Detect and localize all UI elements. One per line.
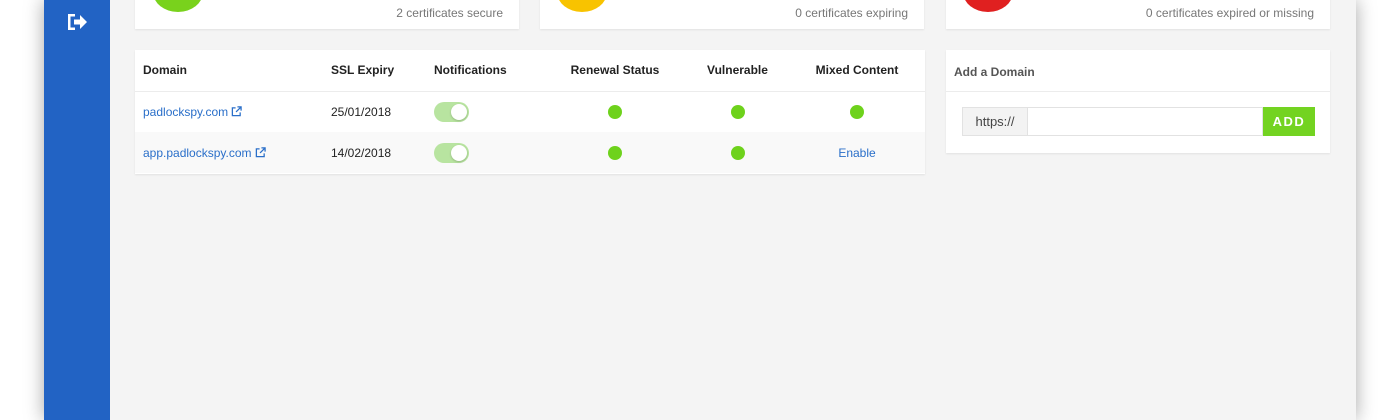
domain-link[interactable]: padlockspy.com [143, 105, 242, 119]
mixed-content-ok-dot [850, 105, 864, 120]
domain-cell: app.padlockspy.com [135, 132, 331, 173]
table-row: padlockspy.com 25/01/2018 [135, 91, 925, 132]
col-header-vulnerable[interactable]: Vulnerable [686, 50, 789, 92]
vulnerable-ok-dot [730, 105, 745, 120]
vulnerable-cell [686, 91, 789, 132]
domain-text: padlockspy.com [143, 104, 229, 119]
add-button[interactable]: ADD [1263, 107, 1315, 136]
col-header-domain[interactable]: Domain [135, 50, 331, 92]
mixed-content-cell: Enable [789, 132, 925, 173]
app-window: 2 certificates secure 0 certificates exp… [44, 0, 1356, 420]
secure-status-circle [153, 0, 203, 12]
table-header-row: Domain SSL Expiry Notifications Renewal … [135, 50, 925, 92]
notifications-toggle[interactable] [434, 101, 469, 122]
stat-card-expired: 0 certificates expired or missing [946, 0, 1330, 29]
domain-input[interactable] [1027, 107, 1263, 136]
domain-link[interactable]: app.padlockspy.com [143, 146, 266, 160]
notifications-cell [434, 132, 544, 173]
external-link-icon [231, 106, 242, 117]
stat-card-secure: 2 certificates secure [135, 0, 519, 29]
renewal-status-cell [544, 132, 686, 173]
vulnerable-cell [686, 132, 789, 173]
sidebar [44, 0, 110, 420]
stat-secure-text: 2 certificates secure [396, 6, 503, 20]
domain-text: app.padlockspy.com [143, 145, 252, 160]
notifications-cell [434, 91, 544, 132]
toggle-knob [451, 103, 467, 120]
domains-table: Domain SSL Expiry Notifications Renewal … [135, 50, 925, 173]
col-header-renewal-status[interactable]: Renewal Status [544, 50, 686, 92]
notifications-toggle[interactable] [434, 142, 469, 163]
col-header-notifications[interactable]: Notifications [434, 50, 544, 92]
expiring-status-circle [557, 0, 607, 12]
toggle-knob [451, 144, 467, 161]
ssl-expiry-cell: 25/01/2018 [331, 104, 392, 119]
domain-cell: padlockspy.com [135, 91, 331, 132]
stat-expiring-text: 0 certificates expiring [795, 6, 908, 20]
main-content: 2 certificates secure 0 certificates exp… [110, 0, 1356, 420]
add-domain-card: Add a Domain https:// ADD [946, 50, 1330, 153]
add-domain-title: Add a Domain [954, 65, 1035, 79]
ssl-expiry-cell: 14/02/2018 [331, 132, 434, 173]
expired-status-circle [963, 0, 1013, 12]
divider [946, 91, 1330, 92]
domains-table-card: Domain SSL Expiry Notifications Renewal … [135, 50, 925, 174]
url-prefix: https:// [962, 107, 1027, 136]
sign-out-icon[interactable] [66, 12, 88, 32]
mixed-content-cell [789, 91, 925, 132]
renewal-status-ok-dot [608, 105, 622, 120]
external-link-icon [255, 146, 266, 157]
stat-expired-text: 0 certificates expired or missing [1145, 6, 1314, 20]
renewal-status-cell [544, 91, 686, 132]
table-row: app.padlockspy.com 14/02/2018 Enable [135, 132, 925, 173]
renewal-status-ok-dot [608, 145, 622, 160]
enable-mixed-content-link[interactable]: Enable [838, 146, 875, 160]
col-header-ssl-expiry[interactable]: SSL Expiry [331, 50, 434, 92]
vulnerable-ok-dot [730, 145, 745, 160]
stat-card-expiring: 0 certificates expiring [540, 0, 924, 29]
col-header-mixed-content[interactable]: Mixed Content [789, 50, 925, 92]
